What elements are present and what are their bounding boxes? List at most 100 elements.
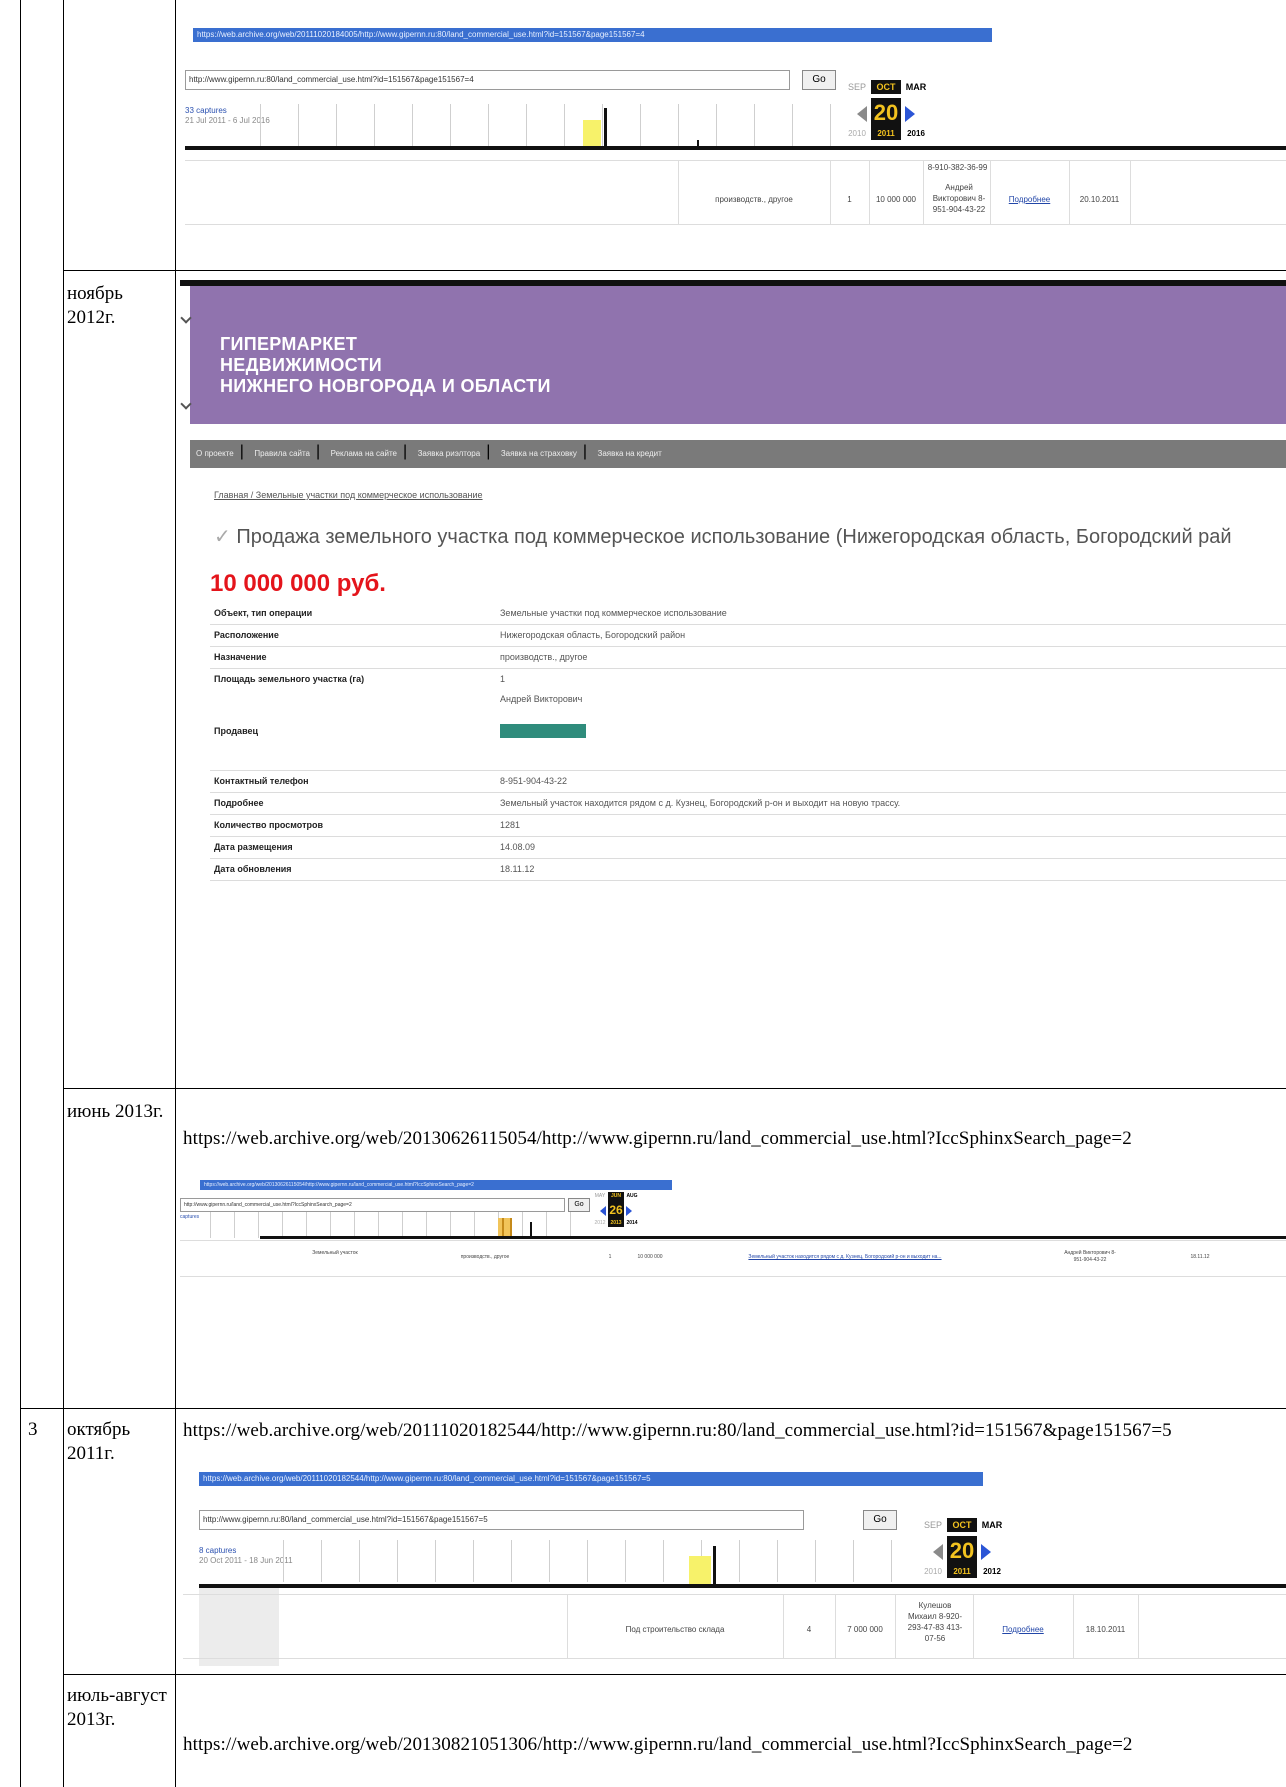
gipernn-listing-screenshot: ГИПЕРМАРКЕТ НЕДВИЖИМОСТИ НИЖНЕГО НОВГОРО…	[180, 280, 1286, 1070]
month-next[interactable]: MAR	[977, 1518, 1007, 1532]
nav-item[interactable]: Реклама на сайте	[325, 449, 403, 458]
next-capture-arrow-icon[interactable]	[905, 106, 915, 122]
prev-capture-arrow-icon[interactable]	[933, 1544, 943, 1560]
table-cell-border	[678, 160, 679, 224]
capture-day: 20	[871, 98, 901, 128]
brand-line: НЕДВИЖИМОСТИ	[220, 355, 383, 375]
capture-day: 20	[947, 1536, 977, 1566]
wayback-url-input[interactable]: http://www.gipernn.ru:80/land_commercial…	[185, 70, 790, 90]
next-capture-arrow-icon[interactable]	[981, 1544, 991, 1560]
table-cell: 1	[608, 1254, 612, 1260]
month-prev[interactable]: SEP	[843, 80, 871, 94]
wayback-screenshot: https://web.archive.org/web/201306261150…	[180, 1178, 1286, 1296]
capture-timeline[interactable]	[210, 1212, 590, 1238]
attribute-key: Подробнее	[214, 798, 264, 808]
description-link[interactable]: Земельный участок находится рядом с д. К…	[695, 1254, 995, 1261]
go-button[interactable]: Go	[568, 1198, 590, 1212]
capture-bar	[713, 1546, 716, 1586]
attribute-row: Дата обновления 18.11.12	[210, 858, 1286, 881]
wayback-url-input[interactable]: http://www.gipernn.ru:80/land_commercial…	[199, 1510, 804, 1530]
year-next[interactable]: 2012	[977, 1566, 1007, 1578]
nav-item[interactable]: Заявка на кредит	[591, 449, 667, 458]
table-cell-border	[990, 160, 991, 224]
month-next[interactable]: MAR	[901, 80, 931, 94]
attribute-row: Андрей Викторович Продавец	[210, 690, 1286, 771]
prev-capture-arrow-icon[interactable]	[857, 106, 867, 122]
nav-item[interactable]: О проекте	[190, 449, 240, 458]
address-bar-url[interactable]: https://web.archive.org/web/201306261150…	[200, 1180, 672, 1190]
capture-bar	[530, 1222, 532, 1236]
attribute-key: Контактный телефон	[214, 776, 309, 786]
capture-timeline[interactable]	[283, 1540, 903, 1582]
listing-title: ✓ Продажа земельного участка под коммерч…	[214, 524, 1232, 549]
table-cell: 18.11.12	[1190, 1254, 1210, 1260]
capture-bar	[510, 1218, 512, 1236]
bullet-icon: ✓	[214, 526, 237, 548]
attribute-value: 1	[500, 674, 506, 684]
period-label: июль-август 2013г.	[67, 1685, 167, 1730]
nav-item[interactable]: Заявка на страховку	[495, 449, 583, 458]
capture-highlight	[583, 120, 601, 146]
table-row-border	[185, 224, 1286, 225]
table-cell-border	[869, 160, 870, 224]
captures-link[interactable]: 33 captures 21 Jul 2011 - 6 Jul 2016	[185, 106, 270, 126]
address-bar-url[interactable]: https://web.archive.org/web/201110201825…	[199, 1472, 983, 1486]
year-prev[interactable]: 2010	[843, 128, 871, 140]
attribute-row: Площадь земельного участка (га) 1	[210, 668, 1286, 690]
attribute-row: Назначение производств., другое	[210, 646, 1286, 669]
timeline-baseline	[260, 1236, 1286, 1239]
month-next[interactable]: AUG	[624, 1192, 640, 1201]
month-current: OCT	[947, 1518, 977, 1532]
table-cell: Под строительство склада	[625, 1625, 725, 1634]
month-prev[interactable]: SEP	[919, 1518, 947, 1532]
site-brand[interactable]: ГИПЕРМАРКЕТ НЕДВИЖИМОСТИ НИЖНЕГО НОВГОРО…	[220, 334, 551, 397]
table-border-left	[20, 0, 21, 1787]
wayback-screenshot: https://web.archive.org/web/201110201825…	[183, 1466, 1286, 1666]
attribute-key: Расположение	[214, 630, 279, 640]
table-row-divider	[63, 270, 1286, 271]
attribute-value: Нижегородская область, Богородский район	[500, 630, 686, 640]
captures-count[interactable]: captures	[180, 1214, 199, 1221]
captures-link[interactable]: 8 captures 20 Oct 2011 - 18 Jun 2011	[199, 1546, 293, 1566]
go-button[interactable]: Go	[863, 1510, 897, 1530]
table-cell-border	[1138, 1594, 1139, 1658]
attribute-value: Земельные участки под коммерческое испол…	[500, 608, 727, 618]
year-next[interactable]: 2016	[901, 128, 931, 140]
attribute-key: Дата размещения	[214, 842, 293, 852]
row-number: 3	[28, 1419, 38, 1440]
year-current: 2011	[947, 1566, 977, 1578]
nav-item[interactable]: Заявка риэлтора	[412, 449, 487, 458]
next-capture-arrow-icon[interactable]	[626, 1206, 632, 1216]
breadcrumb[interactable]: Главная / Земельные участки под коммерче…	[214, 490, 483, 500]
capture-bar	[604, 108, 607, 148]
details-link[interactable]: Подробнее	[973, 1624, 1073, 1635]
go-button[interactable]: Go	[802, 70, 836, 90]
timeline-baseline	[185, 146, 1286, 150]
year-prev[interactable]: 2012	[592, 1219, 608, 1227]
wayback-url-input[interactable]: http://www.gipernn.ru/land_commercial_us…	[180, 1198, 565, 1212]
prev-capture-arrow-icon[interactable]	[600, 1206, 606, 1216]
month-current: OCT	[871, 80, 901, 94]
year-next[interactable]: 2014	[624, 1219, 640, 1227]
capture-timeline[interactable]	[260, 104, 840, 146]
period-label: июнь 2013г.	[67, 1101, 164, 1122]
brand-line: НИЖНЕГО НОВГОРОДА И ОБЛАСТИ	[220, 376, 551, 396]
table-row-border	[185, 160, 1286, 161]
month-prev[interactable]: MAY	[592, 1192, 608, 1201]
captures-count[interactable]: 8 captures	[199, 1546, 293, 1556]
captures-count[interactable]: 33 captures	[185, 106, 270, 116]
captures-range: 21 Jul 2011 - 6 Jul 2016	[185, 116, 270, 125]
nav-item[interactable]: Правила сайта	[248, 449, 316, 458]
address-bar-url[interactable]: https://web.archive.org/web/201110201840…	[193, 28, 992, 42]
details-link[interactable]: Подробнее	[990, 194, 1069, 205]
captures-link[interactable]: captures	[180, 1214, 199, 1221]
captures-range: 20 Oct 2011 - 18 Jun 2011	[199, 1556, 293, 1565]
year-prev[interactable]: 2010	[919, 1566, 947, 1578]
table-cell: Андрей Викторович 8-951-904-43-22	[932, 183, 986, 214]
table-cell: 4	[806, 1625, 812, 1634]
capture-bar	[502, 1218, 504, 1236]
brand-line: ГИПЕРМАРКЕТ	[220, 334, 358, 354]
seller-contact-badge[interactable]	[500, 724, 586, 738]
table-cell: Земельный участок	[312, 1250, 358, 1256]
table-row-divider	[63, 1674, 1286, 1675]
